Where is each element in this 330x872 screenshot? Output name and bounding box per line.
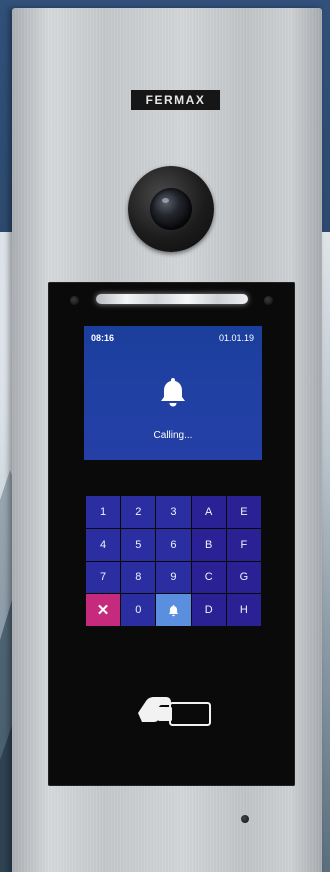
key-label: B <box>205 538 213 551</box>
key-5[interactable]: 5 <box>121 528 156 561</box>
key-label: 9 <box>170 571 177 584</box>
call-key[interactable] <box>156 594 191 626</box>
key-3[interactable]: 3 <box>156 496 191 528</box>
call-status-text: Calling... <box>153 430 193 441</box>
key-2[interactable]: 2 <box>121 496 156 528</box>
microphone-hole-icon <box>241 815 249 823</box>
key-label: 1 <box>100 505 107 518</box>
camera-lens-reflection <box>162 198 169 203</box>
key-label: 2 <box>135 505 142 518</box>
key-label: C <box>204 571 213 584</box>
key-b[interactable]: B <box>191 528 226 561</box>
key-6[interactable]: 6 <box>156 528 191 561</box>
key-c[interactable]: C <box>191 561 226 594</box>
key-label: 5 <box>135 538 142 551</box>
key-label: 6 <box>170 538 177 551</box>
key-e[interactable]: E <box>226 496 261 528</box>
key-h[interactable]: H <box>226 594 261 626</box>
rfid-card-reader-icon <box>138 697 211 726</box>
key-label: 0 <box>135 604 142 617</box>
scene: FERMAX 08:16 01.01.19 Calling... 1 2 3 A E 4 5… <box>0 0 330 872</box>
sensor-dot-left <box>70 296 79 305</box>
key-1[interactable]: 1 <box>86 496 121 528</box>
display-screen: 08:16 01.01.19 Calling... <box>84 326 262 460</box>
key-4[interactable]: 4 <box>86 528 121 561</box>
key-a[interactable]: A <box>191 496 226 528</box>
key-label: ✕ <box>96 602 110 620</box>
key-label: 3 <box>170 505 177 518</box>
key-label: 8 <box>135 571 142 584</box>
key-label: F <box>240 538 248 551</box>
key-g[interactable]: G <box>226 561 261 594</box>
brand-logo-text: FERMAX <box>145 93 206 107</box>
key-label: 7 <box>100 571 107 584</box>
brand-logo-plate: FERMAX <box>131 90 220 110</box>
bell-icon <box>161 378 185 407</box>
key-0[interactable]: 0 <box>121 594 156 626</box>
key-8[interactable]: 8 <box>121 561 156 594</box>
keypad: 1 2 3 A E 4 5 6 B F 7 8 9 C G ✕ 0 D H <box>86 496 261 626</box>
key-label: 4 <box>100 538 107 551</box>
key-d[interactable]: D <box>191 594 226 626</box>
led-light-bar <box>96 294 248 304</box>
key-label: D <box>204 604 213 617</box>
sensor-dot-right <box>264 296 273 305</box>
key-label: G <box>239 571 249 584</box>
bell-icon <box>168 604 179 616</box>
key-label: H <box>239 604 248 617</box>
key-7[interactable]: 7 <box>86 561 121 594</box>
cancel-key[interactable]: ✕ <box>86 594 121 626</box>
screen-time: 08:16 <box>91 333 115 343</box>
key-f[interactable]: F <box>226 528 261 561</box>
camera-lens-icon <box>150 188 192 230</box>
screen-date: 01.01.19 <box>218 333 254 343</box>
key-label: E <box>240 505 248 518</box>
key-label: A <box>205 505 213 518</box>
key-9[interactable]: 9 <box>156 561 191 594</box>
